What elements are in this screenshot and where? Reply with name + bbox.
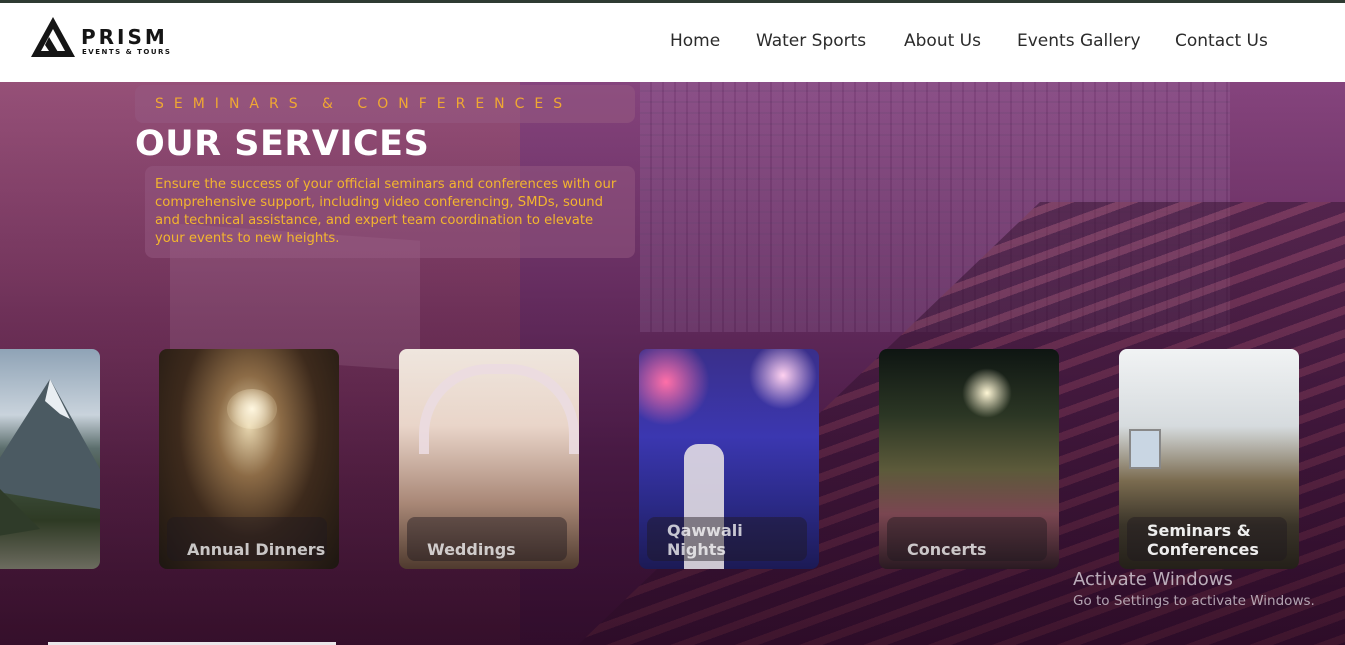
service-card-qawwali-nights[interactable]: Qawwali Nights [639,349,819,569]
service-card-seminars-conferences[interactable]: Seminars & Conferences [1119,349,1299,569]
hero-description: Ensure the success of your official semi… [155,177,617,246]
nav-water-sports[interactable]: Water Sports [756,31,866,51]
service-card-concerts[interactable]: Concerts [879,349,1059,569]
activate-windows-title: Activate Windows [1073,569,1233,590]
card-label: Weddings [427,540,516,559]
brand-name: PRISM [81,25,168,49]
service-card-mountain[interactable] [0,349,100,569]
card-label: Concerts [907,540,987,559]
brand-logo[interactable]: PRISM EVENTS & TOURS [31,15,181,59]
mountain-image [0,379,100,536]
navbar: PRISM EVENTS & TOURS Home Water Sports A… [0,3,1345,82]
floral-arch [419,364,579,454]
card-label: Qawwali Nights [667,521,743,559]
chandelier-icon [227,389,277,429]
hero-title: OUR SERVICES [135,124,430,164]
brand-tagline: EVENTS & TOURS [82,48,172,56]
card-label: Annual Dinners [187,540,326,559]
service-card-annual-dinners[interactable]: Annual Dinners [159,349,339,569]
nav-home[interactable]: Home [670,31,720,51]
nav-contact-us[interactable]: Contact Us [1175,31,1268,51]
projector-screen [1129,429,1161,469]
hero-section: SEMINARS & CONFERENCES OUR SERVICES Ensu… [0,82,1345,645]
nav-events-gallery[interactable]: Events Gallery [1017,31,1141,51]
nav-about-us[interactable]: About Us [904,31,981,51]
service-card-weddings[interactable]: Weddings [399,349,579,569]
activate-windows-subtitle: Go to Settings to activate Windows. [1073,593,1315,609]
card-label: Seminars & Conferences [1147,521,1259,559]
hero-kicker: SEMINARS & CONFERENCES [155,96,573,112]
prism-logo-icon [31,17,75,57]
